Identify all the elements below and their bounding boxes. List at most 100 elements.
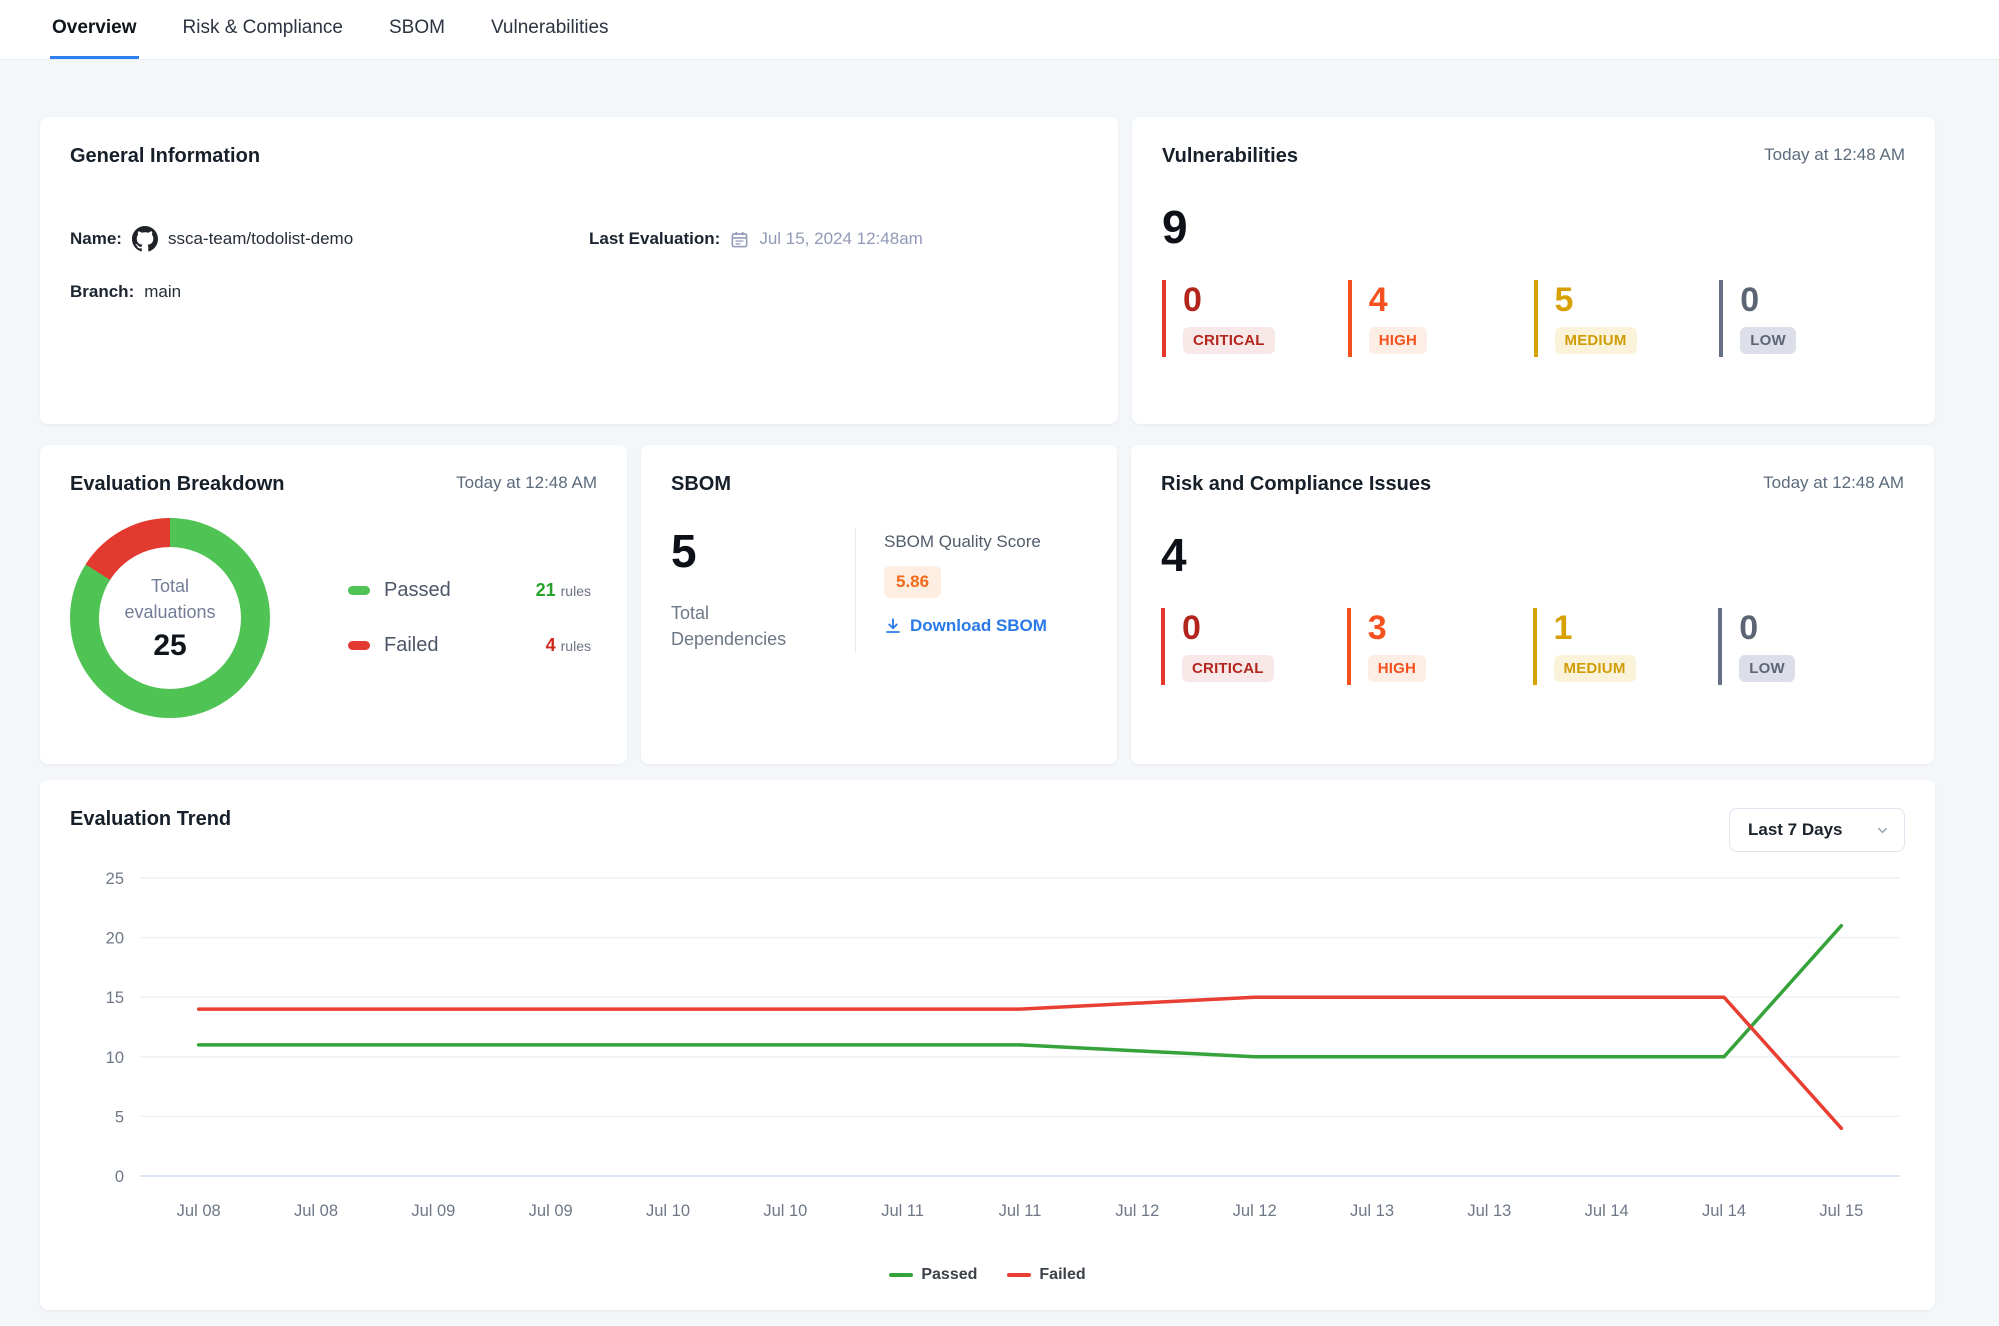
risk-medium-count: 1 xyxy=(1554,611,1719,645)
trend-passed-label: Passed xyxy=(921,1266,977,1284)
general-information-title: General Information xyxy=(70,145,260,168)
svg-text:Jul 10: Jul 10 xyxy=(763,1202,807,1220)
dashboard-content: General Information Name: ssca-team/todo… xyxy=(0,60,1999,1310)
risk-severity-critical: 0 CRITICAL xyxy=(1161,608,1347,685)
svg-text:Jul 14: Jul 14 xyxy=(1585,1202,1629,1220)
repo-name-row: Name: ssca-team/todolist-demo xyxy=(70,226,589,252)
donut-center-label: Total evaluations xyxy=(105,573,235,625)
repo-name-value: ssca-team/todolist-demo xyxy=(168,229,353,249)
svg-text:Jul 09: Jul 09 xyxy=(411,1202,455,1220)
severity-medium: 5 MEDIUM xyxy=(1534,280,1720,357)
risk-critical-badge: CRITICAL xyxy=(1182,655,1274,682)
download-sbom-link[interactable]: Download SBOM xyxy=(884,616,1047,636)
sbom-quality-score-badge: 5.86 xyxy=(884,566,941,598)
risk-high-badge: HIGH xyxy=(1368,655,1426,682)
vulnerabilities-total: 9 xyxy=(1162,204,1905,250)
risk-compliance-card: Risk and Compliance Issues Today at 12:4… xyxy=(1131,445,1934,764)
date-range-dropdown[interactable]: Last 7 Days xyxy=(1729,808,1905,852)
date-range-value: Last 7 Days xyxy=(1748,820,1843,840)
vulnerabilities-card: Vulnerabilities Today at 12:48 AM 9 0 CR… xyxy=(1132,117,1935,424)
tab-vulnerabilities[interactable]: Vulnerabilities xyxy=(489,0,611,59)
svg-text:25: 25 xyxy=(106,870,124,888)
vulnerabilities-severity-row: 0 CRITICAL 4 HIGH 5 MEDIUM 0 LOW xyxy=(1162,280,1905,357)
low-badge: LOW xyxy=(1740,327,1796,354)
svg-text:Jul 11: Jul 11 xyxy=(881,1202,924,1220)
high-count: 4 xyxy=(1369,283,1534,317)
severity-high: 4 HIGH xyxy=(1348,280,1534,357)
download-sbom-label: Download SBOM xyxy=(910,616,1047,636)
evaluation-trend-legend: Passed Failed xyxy=(70,1266,1905,1284)
svg-text:Jul 15: Jul 15 xyxy=(1819,1202,1863,1220)
severity-low: 0 LOW xyxy=(1719,280,1905,357)
svg-text:Jul 11: Jul 11 xyxy=(999,1202,1042,1220)
general-information-card: General Information Name: ssca-team/todo… xyxy=(40,117,1118,424)
legend-row-failed: Failed 4 rules xyxy=(348,634,591,657)
branch-value: main xyxy=(144,282,181,302)
evaluation-breakdown-card: Evaluation Breakdown Today at 12:48 AM T… xyxy=(40,445,627,764)
medium-count: 5 xyxy=(1555,283,1720,317)
risk-severity-low: 0 LOW xyxy=(1718,608,1904,685)
trend-legend-passed[interactable]: Passed xyxy=(889,1266,977,1284)
risk-severity-row: 0 CRITICAL 3 HIGH 1 MEDIUM 0 LOW xyxy=(1161,608,1904,685)
evaluation-trend-chart: 0 5 10 15 20 25 Jul 08 Jul 08 Jul 09 Jul 09 Jul 10… xyxy=(70,864,1905,1264)
svg-text:5: 5 xyxy=(115,1108,124,1126)
low-count: 0 xyxy=(1740,283,1905,317)
evaluation-breakdown-title: Evaluation Breakdown xyxy=(70,473,285,496)
failed-rule-unit: rules xyxy=(561,638,591,654)
tab-risk-compliance[interactable]: Risk & Compliance xyxy=(181,0,346,59)
failed-line-swatch xyxy=(1007,1273,1031,1277)
evaluation-trend-title: Evaluation Trend xyxy=(70,808,231,831)
svg-text:Jul 12: Jul 12 xyxy=(1115,1202,1159,1220)
svg-text:Jul 08: Jul 08 xyxy=(294,1202,338,1220)
svg-text:15: 15 xyxy=(106,989,124,1007)
branch-row: Branch: main xyxy=(70,282,589,302)
critical-count: 0 xyxy=(1183,283,1348,317)
high-badge: HIGH xyxy=(1369,327,1427,354)
svg-text:Jul 13: Jul 13 xyxy=(1350,1202,1394,1220)
svg-text:Jul 09: Jul 09 xyxy=(529,1202,573,1220)
failed-label: Failed xyxy=(384,634,438,657)
legend-row-passed: Passed 21 rules xyxy=(348,579,591,602)
svg-text:Jul 10: Jul 10 xyxy=(646,1202,690,1220)
vulnerabilities-title: Vulnerabilities xyxy=(1162,145,1298,168)
dashboard-page: Overview Risk & Compliance SBOM Vulnerab… xyxy=(0,0,1999,1326)
tab-overview[interactable]: Overview xyxy=(50,0,139,59)
calendar-icon xyxy=(730,230,749,249)
github-icon xyxy=(132,226,158,252)
last-evaluation-value: Jul 15, 2024 12:48am xyxy=(759,229,923,249)
failed-rule-count: 4 xyxy=(546,635,556,656)
risk-medium-badge: MEDIUM xyxy=(1554,655,1636,682)
trend-failed-label: Failed xyxy=(1039,1266,1085,1284)
medium-badge: MEDIUM xyxy=(1555,327,1637,354)
tab-bar: Overview Risk & Compliance SBOM Vulnerab… xyxy=(0,0,1999,60)
risk-high-count: 3 xyxy=(1368,611,1533,645)
last-evaluation-label: Last Evaluation: xyxy=(589,229,720,249)
svg-text:0: 0 xyxy=(115,1168,124,1186)
trend-legend-failed[interactable]: Failed xyxy=(1007,1266,1085,1284)
risk-severity-high: 3 HIGH xyxy=(1347,608,1533,685)
passed-label: Passed xyxy=(384,579,451,602)
branch-label: Branch: xyxy=(70,282,134,302)
risk-compliance-total: 4 xyxy=(1161,532,1904,578)
passed-swatch xyxy=(348,586,370,595)
sbom-card: SBOM 5 Total Dependencies SBOM Quality S… xyxy=(641,445,1117,764)
failed-swatch xyxy=(348,641,370,650)
total-dependencies-value: 5 xyxy=(671,528,855,574)
svg-text:20: 20 xyxy=(106,930,124,948)
svg-text:Jul 08: Jul 08 xyxy=(177,1202,221,1220)
svg-text:Jul 14: Jul 14 xyxy=(1702,1202,1746,1220)
evaluation-breakdown-timestamp: Today at 12:48 AM xyxy=(456,473,597,493)
total-dependencies-label: Total Dependencies xyxy=(671,600,801,652)
svg-text:Jul 12: Jul 12 xyxy=(1233,1202,1277,1220)
vulnerabilities-timestamp: Today at 12:48 AM xyxy=(1764,145,1905,165)
risk-compliance-timestamp: Today at 12:48 AM xyxy=(1763,473,1904,493)
last-evaluation-row: Last Evaluation: Jul 15, 2024 xyxy=(589,226,1088,252)
donut-total-value: 25 xyxy=(153,629,186,663)
sbom-quality-score-label: SBOM Quality Score xyxy=(884,532,1047,552)
tab-sbom[interactable]: SBOM xyxy=(387,0,447,59)
download-icon xyxy=(884,617,902,635)
risk-severity-medium: 1 MEDIUM xyxy=(1533,608,1719,685)
passed-rule-unit: rules xyxy=(561,583,591,599)
evaluation-trend-card: Evaluation Trend Last 7 Days 0 5 10 15 20 25 J… xyxy=(40,780,1935,1310)
svg-text:10: 10 xyxy=(106,1049,124,1067)
